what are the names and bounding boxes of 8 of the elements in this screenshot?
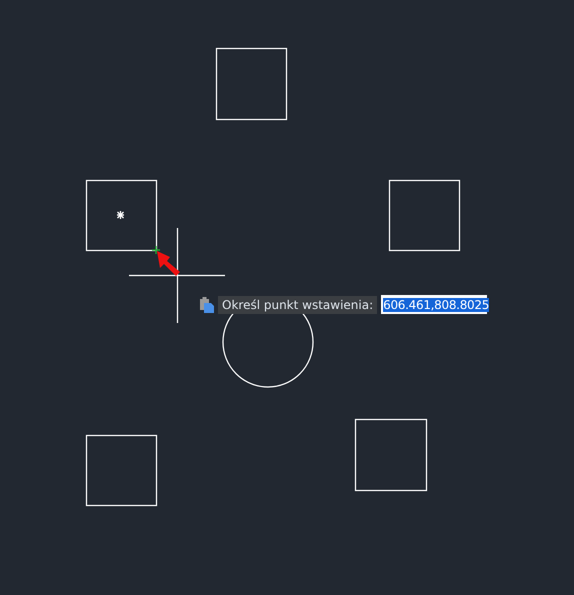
square-drawing — [86, 180, 158, 252]
asterisk-icon — [117, 211, 124, 219]
square-drawing — [388, 180, 460, 252]
input-field[interactable]: 606.461,808.8025 — [381, 295, 488, 314]
square-drawing — [86, 434, 158, 506]
arrow-icon — [157, 251, 180, 276]
clipboard-icon — [200, 296, 214, 312]
prompt-label: Określ punkt wstawienia: — [218, 296, 378, 314]
